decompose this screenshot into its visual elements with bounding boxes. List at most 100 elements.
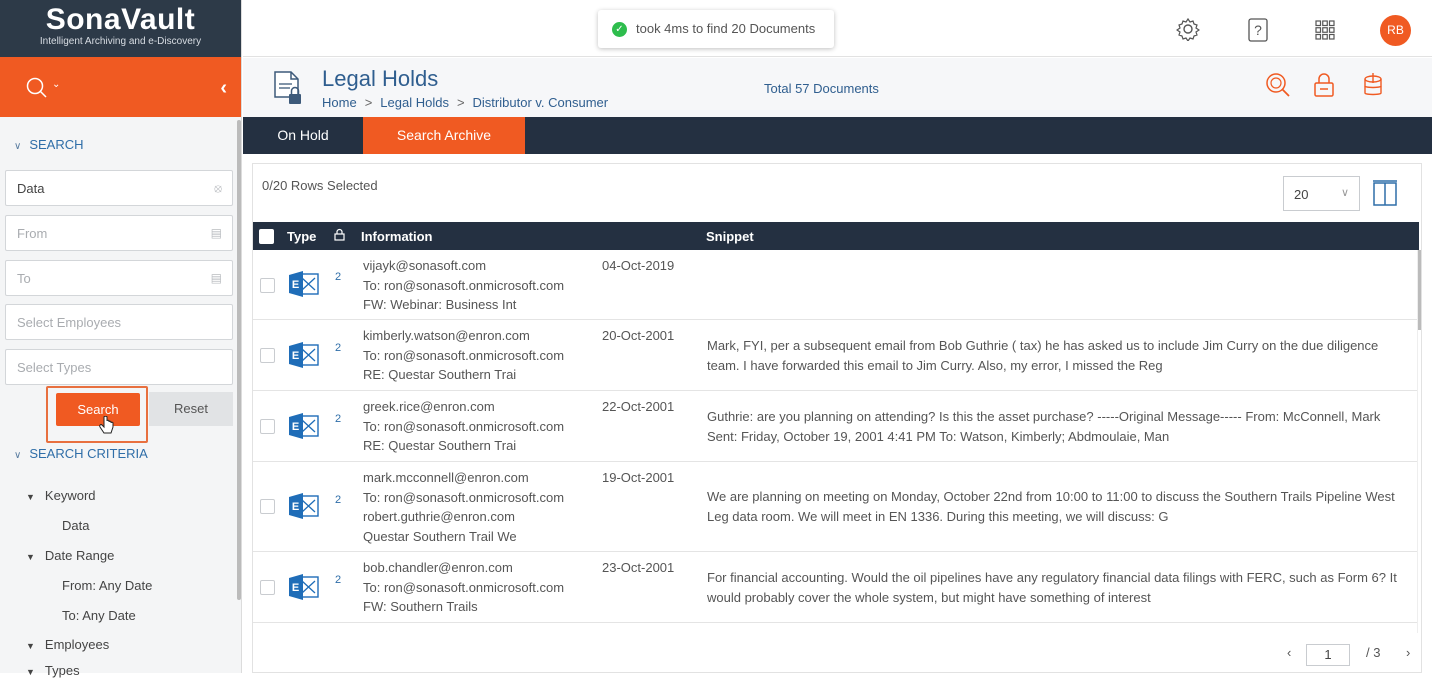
breadcrumb-separator: > xyxy=(456,95,465,110)
row-snippet: Guthrie: are you planning on attending? … xyxy=(707,409,1381,444)
triangle-down-icon: ▼ xyxy=(26,492,35,502)
from-date-placeholder: From xyxy=(17,226,48,241)
row-checkbox[interactable] xyxy=(260,419,275,434)
calendar-icon[interactable]: ▤ xyxy=(211,226,222,240)
criteria-keyword-label: Keyword xyxy=(44,488,96,503)
row-subject: FW: Southern Trails xyxy=(363,599,478,614)
apps-grid-icon[interactable] xyxy=(1315,20,1335,43)
row-information: mark.mcconnell@enron.com To: ron@sonasof… xyxy=(363,468,564,546)
breadcrumb-case[interactable]: Distributor v. Consumer xyxy=(473,95,609,110)
page-number-input[interactable]: 1 xyxy=(1306,644,1350,666)
rows-selected-count: 0/20 Rows Selected xyxy=(262,178,378,193)
triangle-down-icon: ▼ xyxy=(26,667,35,677)
row-date: 04-Oct-2019 xyxy=(602,258,675,273)
criteria-date-range-label: Date Range xyxy=(44,548,115,563)
hand-cursor-icon xyxy=(99,416,114,434)
row-checkbox[interactable] xyxy=(260,278,275,293)
column-type[interactable]: Type xyxy=(287,229,316,244)
lock-icon[interactable] xyxy=(1314,73,1334,100)
sidebar-scrollbar[interactable] xyxy=(237,120,241,600)
clear-icon[interactable]: ⦻ xyxy=(214,181,222,196)
brand-name: SonaVault xyxy=(45,3,196,36)
keyword-input-value: Data xyxy=(17,181,45,196)
employees-select[interactable]: Select Employees xyxy=(5,304,233,340)
svg-text:E: E xyxy=(292,582,299,594)
check-circle-icon: ✓ xyxy=(612,22,627,37)
exchange-email-icon: E xyxy=(289,342,319,368)
to-date-input[interactable]: To ▤ xyxy=(5,260,233,296)
user-avatar[interactable]: RB xyxy=(1380,15,1411,46)
criteria-employees[interactable]: ▼ Employees xyxy=(26,637,109,652)
row-checkbox[interactable] xyxy=(260,499,275,514)
gear-icon[interactable] xyxy=(1175,17,1201,44)
row-checkbox[interactable] xyxy=(260,348,275,363)
svg-text:E: E xyxy=(292,421,299,433)
triangle-down-icon: ▼ xyxy=(26,552,35,562)
toast-notification: ✓ took 4ms to find 20 Documents xyxy=(598,10,834,48)
row-recipient: To: ron@sonasoft.onmicrosoft.com xyxy=(363,579,565,595)
search-section-header[interactable]: ∨ SEARCH xyxy=(14,137,84,152)
collapse-sidebar-icon[interactable]: ‹ xyxy=(220,77,227,100)
keyword-input[interactable]: Data ⦻ xyxy=(5,170,233,206)
search-button[interactable]: Search xyxy=(56,393,140,426)
database-export-icon[interactable] xyxy=(1363,73,1383,102)
row-subject: FW: Webinar: Business Int xyxy=(363,297,517,312)
row-date: 19-Oct-2001 xyxy=(602,470,675,485)
search-hold-icon[interactable] xyxy=(1265,72,1291,101)
table-row[interactable]: E 2 vijayk@sonasoft.com To: ron@sonasoft… xyxy=(253,250,1417,320)
brand-tagline: Intelligent Archiving and e-Discovery xyxy=(39,36,202,47)
chevron-down-icon[interactable]: ⌄ xyxy=(52,79,60,90)
search-criteria-header[interactable]: ∨ SEARCH CRITERIA xyxy=(14,446,148,461)
criteria-employees-label: Employees xyxy=(44,637,110,652)
from-date-input[interactable]: From ▤ xyxy=(5,215,233,251)
row-recipient: To: ron@sonasoft.onmicrosoft.com xyxy=(363,277,565,293)
column-information[interactable]: Information xyxy=(361,229,433,244)
table-row[interactable]: E 2 greek.rice@enron.com To: ron@sonasof… xyxy=(253,392,1417,462)
criteria-types-label: Types xyxy=(44,663,80,678)
chevron-down-icon: ∨ xyxy=(1340,187,1349,199)
types-select[interactable]: Select Types xyxy=(5,349,233,385)
row-recipient: To: ron@sonasoft.onmicrosoft.com xyxy=(363,347,565,363)
calendar-icon[interactable]: ▤ xyxy=(211,271,222,285)
table-row[interactable]: E 2 bob.chandler@enron.com To: ron@sonas… xyxy=(253,553,1417,623)
brand-logo: SonaVault Intelligent Archiving and e-Di… xyxy=(0,0,241,57)
breadcrumb: Home > Legal Holds > Distributor v. Consumer xyxy=(322,95,608,110)
breadcrumb-legal-holds[interactable]: Legal Holds xyxy=(380,95,449,110)
svg-text:E: E xyxy=(292,350,299,362)
column-snippet[interactable]: Snippet xyxy=(706,229,754,244)
page-size-select[interactable]: 20 ∨ xyxy=(1283,176,1360,211)
criteria-keyword[interactable]: ▼ Keyword xyxy=(26,488,96,503)
row-information: greek.rice@enron.com To: ron@sonasoft.on… xyxy=(363,397,564,456)
table-row[interactable]: E 2 kimberly.watson@enron.com To: ron@so… xyxy=(253,321,1417,391)
help-icon[interactable]: ? xyxy=(1248,18,1268,45)
tab-search-archive[interactable]: Search Archive xyxy=(363,117,525,154)
row-subject: RE: Questar Southern Trai xyxy=(363,438,517,453)
search-icon[interactable] xyxy=(26,77,48,102)
reset-button[interactable]: Reset xyxy=(149,392,233,426)
exchange-email-icon: E xyxy=(289,271,319,297)
exchange-email-icon: E xyxy=(289,574,319,600)
tab-on-hold[interactable]: On Hold xyxy=(243,117,363,154)
attachment-count[interactable]: 2 xyxy=(335,413,341,425)
columns-icon[interactable] xyxy=(1373,180,1397,209)
svg-text:E: E xyxy=(292,501,299,513)
table-scrollbar[interactable] xyxy=(1418,250,1421,330)
exchange-email-icon: E xyxy=(289,413,319,439)
criteria-types[interactable]: ▼ Types xyxy=(26,663,80,678)
row-checkbox[interactable] xyxy=(260,580,275,595)
prev-page-icon[interactable]: ‹ xyxy=(1287,645,1291,660)
attachment-count[interactable]: 2 xyxy=(335,494,341,506)
exchange-email-icon: E xyxy=(289,493,319,519)
attachment-count[interactable]: 2 xyxy=(335,574,341,586)
table-row[interactable]: E 2 mark.mcconnell@enron.com To: ron@son… xyxy=(253,463,1417,552)
next-page-icon[interactable]: › xyxy=(1406,645,1410,660)
types-placeholder: Select Types xyxy=(17,360,92,375)
breadcrumb-home[interactable]: Home xyxy=(322,95,357,110)
criteria-date-range[interactable]: ▼ Date Range xyxy=(26,548,114,563)
row-sender: bob.chandler@enron.com xyxy=(363,560,513,575)
attachment-count[interactable]: 2 xyxy=(335,271,341,283)
attachment-count[interactable]: 2 xyxy=(335,342,341,354)
row-information: bob.chandler@enron.com To: ron@sonasoft.… xyxy=(363,558,564,617)
select-all-checkbox[interactable] xyxy=(259,229,274,244)
svg-text:?: ? xyxy=(1254,22,1262,38)
